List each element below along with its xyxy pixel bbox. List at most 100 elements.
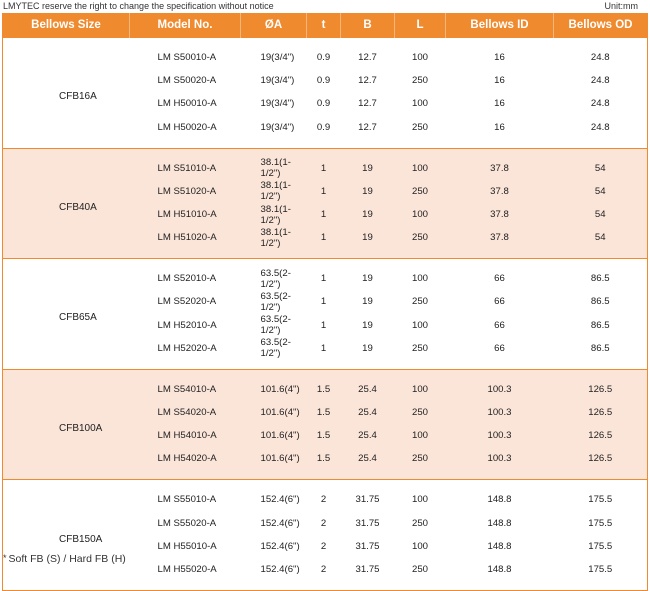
col-header-model-no: Model No. xyxy=(129,13,241,38)
t-cell: 2 xyxy=(320,494,327,506)
footnote: * Soft FB (S) / Hard FB (H) xyxy=(3,553,126,565)
diameter-a-cell: 19(3/4") xyxy=(260,75,295,87)
t-cell: 0.9 xyxy=(316,75,331,87)
bellows-id-cell: 66 xyxy=(494,296,505,308)
t-cell: 0.9 xyxy=(316,98,331,110)
b-cell: 19 xyxy=(340,179,395,203)
bellows-id-cell: 148.8 xyxy=(487,563,512,575)
table-row: CFB40A LM S51010-A 38.1(1-1/2") 1 19 100 37.8 5… xyxy=(2,148,648,259)
bellows-size-cell: CFB16A xyxy=(59,91,97,103)
model-no-cell: LM S50010-A xyxy=(157,52,217,63)
size-group: CFB150A LM S55010-A 152.4(6") 2 31.75 100 148.… xyxy=(2,479,648,591)
diameter-a-cell: 38.1(1-1/2") xyxy=(240,148,307,180)
l-cell: 100 xyxy=(411,273,428,285)
col-header-bellows-size: Bellows Size xyxy=(2,13,130,38)
size-group: CFB16A LM S50010-A 19(3/4") 0.9 12.7 100 16 24.… xyxy=(2,37,648,149)
footnote-marker: * xyxy=(3,553,7,563)
diameter-a-cell: 19(3/4") xyxy=(260,121,295,133)
b-cell: 19 xyxy=(340,226,395,259)
b-cell: 12.7 xyxy=(358,75,377,87)
bellows-size-cell: CFB65A xyxy=(59,312,97,324)
l-cell: 250 xyxy=(411,563,428,575)
diameter-a-cell: 38.1(1-1/2") xyxy=(240,179,307,203)
l-cell: 100 xyxy=(411,494,428,506)
bellows-id-cell: 37.8 xyxy=(445,148,554,180)
bellows-od-cell: 86.5 xyxy=(590,342,610,354)
col-header-l: L xyxy=(394,13,446,38)
model-no-cell: LM H52010-A xyxy=(157,319,217,331)
t-cell: 1.5 xyxy=(306,400,341,425)
b-cell: 19 xyxy=(362,342,373,354)
b-cell: 12.7 xyxy=(358,121,377,133)
spec-change-notice: LMYTEC reserve the right to change the s… xyxy=(3,1,274,11)
col-header-t: t xyxy=(306,13,341,38)
bellows-od-cell: 86.5 xyxy=(590,273,610,285)
model-no-cell: LM S52010-A xyxy=(157,273,217,285)
unit-label: Unit:mm xyxy=(604,1,639,11)
b-cell: 25.4 xyxy=(340,369,395,401)
t-cell: 2 xyxy=(320,517,327,529)
diameter-a-cell: 152.4(6") xyxy=(260,563,300,575)
bellows-od-cell: 54 xyxy=(553,226,648,259)
bellows-id-cell: 16 xyxy=(494,52,505,63)
l-cell: 100 xyxy=(411,52,428,63)
size-group: CFB40A LM S51010-A 38.1(1-1/2") 1 19 100 37.8 5… xyxy=(2,148,648,259)
l-cell: 100 xyxy=(394,202,446,227)
top-bar: LMYTEC reserve the right to change the s… xyxy=(0,0,650,13)
model-no-cell: LM H51020-A xyxy=(129,226,241,259)
diameter-a-cell: 63.5(2-1/2") xyxy=(260,290,291,313)
model-no-cell: LM H50020-A xyxy=(157,121,217,133)
diameter-a-cell: 38.1(1-1/2") xyxy=(240,226,307,259)
bellows-od-cell: 54 xyxy=(553,148,648,180)
col-header-bellows-id: Bellows ID xyxy=(445,13,554,38)
l-cell: 100 xyxy=(411,540,428,552)
t-cell: 0.9 xyxy=(316,121,331,133)
bellows-od-cell: 24.8 xyxy=(590,52,610,63)
bellows-spec-table: Bellows Size Model No. ØA t B L Bellows … xyxy=(2,13,648,591)
bellows-od-cell: 175.5 xyxy=(588,517,613,529)
t-cell: 1.5 xyxy=(306,447,341,480)
table-row: CFB16A LM S50010-A 19(3/4") 0.9 12.7 100 16 24.… xyxy=(3,38,648,102)
t-cell: 1 xyxy=(306,202,341,227)
bellows-od-cell: 24.8 xyxy=(590,121,610,133)
t-cell: 1.5 xyxy=(306,369,341,401)
bellows-id-cell: 100.3 xyxy=(445,447,554,480)
model-no-cell: LM H55010-A xyxy=(157,540,217,552)
bellows-od-cell: 54 xyxy=(553,202,648,227)
bellows-od-cell: 126.5 xyxy=(553,369,648,401)
model-no-cell: LM H55020-A xyxy=(157,563,217,575)
bellows-od-cell: 126.5 xyxy=(553,447,648,480)
diameter-a-cell: 101.6(4") xyxy=(240,400,307,425)
t-cell: 1 xyxy=(320,319,327,331)
l-cell: 250 xyxy=(394,226,446,259)
table-row: CFB150A LM S55010-A 152.4(6") 2 31.75 100 148.… xyxy=(3,480,648,544)
b-cell: 12.7 xyxy=(358,52,377,63)
bellows-od-cell: 54 xyxy=(553,179,648,203)
bellows-id-cell: 66 xyxy=(494,273,505,285)
b-cell: 25.4 xyxy=(340,424,395,448)
bellows-id-cell: 66 xyxy=(494,342,505,354)
bellows-size-cell: CFB100A xyxy=(2,369,130,480)
bellows-id-cell: 66 xyxy=(494,319,505,331)
t-cell: 1 xyxy=(320,342,327,354)
diameter-a-cell: 101.6(4") xyxy=(240,447,307,480)
b-cell: 25.4 xyxy=(340,447,395,480)
b-cell: 19 xyxy=(340,202,395,227)
t-cell: 2 xyxy=(320,563,327,575)
t-cell: 1 xyxy=(306,179,341,203)
l-cell: 250 xyxy=(394,179,446,203)
diameter-a-cell: 38.1(1-1/2") xyxy=(240,202,307,227)
l-cell: 250 xyxy=(411,121,428,133)
diameter-a-cell: 63.5(2-1/2") xyxy=(260,314,291,337)
diameter-a-cell: 152.4(6") xyxy=(260,540,300,552)
t-cell: 1 xyxy=(320,296,327,308)
l-cell: 100 xyxy=(411,98,428,110)
l-cell: 250 xyxy=(411,75,428,87)
l-cell: 250 xyxy=(394,447,446,480)
l-cell: 250 xyxy=(411,517,428,529)
l-cell: 100 xyxy=(394,369,446,401)
model-no-cell: LM S55010-A xyxy=(157,494,217,506)
b-cell: 31.75 xyxy=(355,494,380,506)
bellows-od-cell: 175.5 xyxy=(588,563,613,575)
bellows-id-cell: 37.8 xyxy=(445,202,554,227)
